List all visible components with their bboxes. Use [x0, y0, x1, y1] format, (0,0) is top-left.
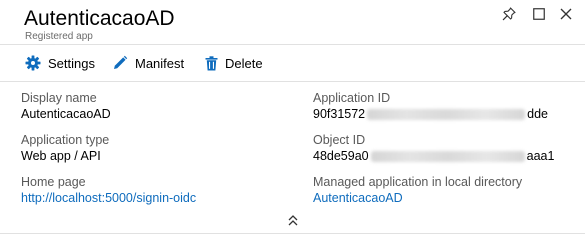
application-type-value: Web app / API [21, 149, 101, 163]
double-chevron-up-icon [288, 214, 298, 225]
display-name-value: AutenticacaoAD [21, 107, 111, 121]
application-id-start: 90f31572 [313, 107, 366, 121]
managed-application-label: Managed application in local directory [313, 175, 523, 189]
settings-label: Settings [48, 55, 95, 71]
toolbar-divider [0, 81, 585, 82]
application-id-label: Application ID [313, 91, 391, 105]
app-registration-blade: AutenticacaoAD Registered app Settings M… [0, 0, 585, 245]
delete-button[interactable]: Delete [205, 53, 263, 73]
home-page-link[interactable]: http://localhost:5000/signin-oidc [21, 191, 196, 206]
trash-icon [205, 55, 218, 70]
header-divider [0, 44, 585, 45]
gear-icon [25, 55, 41, 71]
application-id-redacted [367, 109, 526, 120]
object-id-label: Object ID [313, 133, 366, 147]
manifest-button[interactable]: Manifest [112, 53, 184, 73]
close-icon[interactable] [557, 5, 575, 23]
application-type-label: Application type [21, 133, 110, 147]
object-id-value: 48de59a0 aaa1 [313, 149, 554, 164]
settings-button[interactable]: Settings [25, 53, 95, 73]
maximize-icon[interactable] [530, 5, 548, 23]
application-id-value: 90f31572 dde [313, 107, 548, 122]
object-id-redacted [370, 151, 525, 162]
managed-application-link[interactable]: AutenticacaoAD [313, 191, 403, 206]
manifest-label: Manifest [135, 55, 185, 71]
essentials-divider [0, 233, 585, 234]
pencil-icon [114, 55, 128, 69]
collapse-essentials-button[interactable] [285, 213, 301, 227]
home-page-label: Home page [21, 175, 86, 189]
application-id-end: dde [527, 107, 548, 121]
object-id-start: 48de59a0 [313, 149, 369, 163]
pin-icon[interactable] [500, 5, 518, 23]
page-title: AutenticacaoAD [24, 7, 175, 30]
display-name-label: Display name [21, 91, 97, 105]
object-id-end: aaa1 [526, 149, 555, 163]
delete-label: Delete [225, 55, 263, 71]
page-subtitle: Registered app [25, 31, 93, 42]
